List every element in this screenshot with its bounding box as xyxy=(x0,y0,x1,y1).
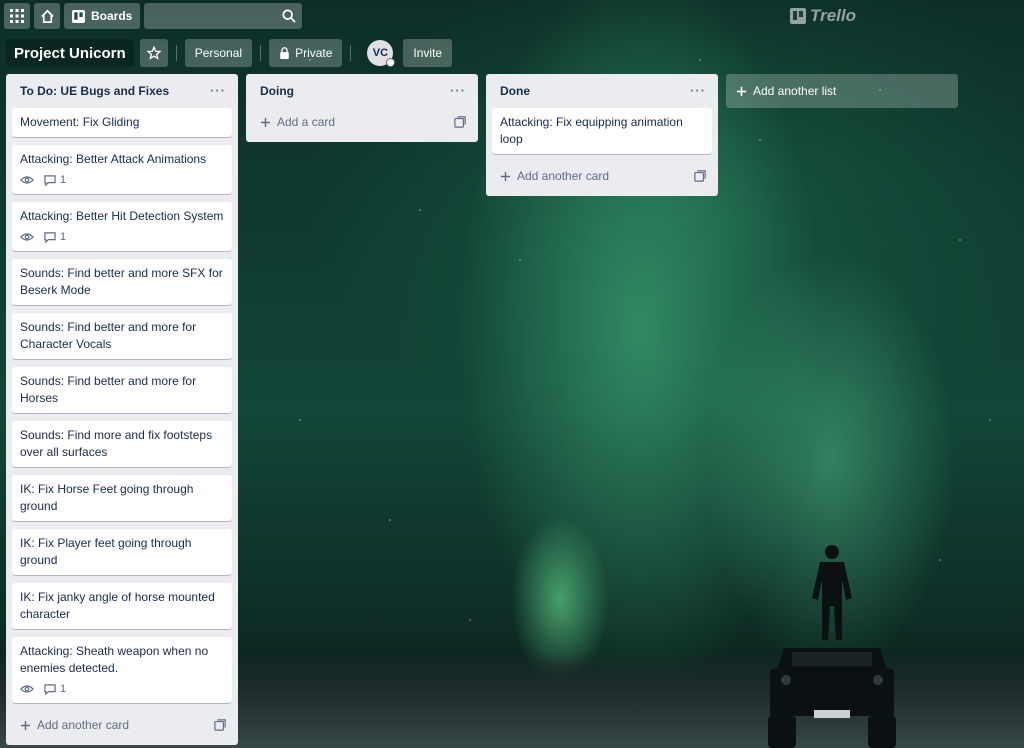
list-todo: To Do: UE Bugs and Fixes ··· Movement: F… xyxy=(6,74,238,745)
lock-icon xyxy=(280,47,289,59)
comment-badge: 1 xyxy=(44,172,66,189)
card[interactable]: IK: Fix janky angle of horse mounted cha… xyxy=(12,583,232,629)
card-title: IK: Fix janky angle of horse mounted cha… xyxy=(20,590,215,621)
add-card-button[interactable]: Add another card xyxy=(492,162,712,190)
card-badges: 1 xyxy=(20,229,224,245)
search-box[interactable] xyxy=(144,3,303,29)
person-on-jeep-silhouette xyxy=(768,545,896,748)
add-card-button[interactable]: Add a card xyxy=(252,108,472,136)
card-title: Sounds: Find better and more SFX for Bes… xyxy=(20,266,223,297)
list-header[interactable]: To Do: UE Bugs and Fixes ··· xyxy=(12,74,232,108)
invite-button[interactable]: Invite xyxy=(403,39,453,67)
visibility-button[interactable]: Private xyxy=(269,39,343,67)
card[interactable]: Sounds: Find better and more SFX for Bes… xyxy=(12,259,232,305)
card-badges: 1 xyxy=(20,172,224,188)
comment-badge: 1 xyxy=(44,229,66,246)
trello-logo-text: Trello xyxy=(810,6,856,25)
board-title[interactable]: Project Unicorn xyxy=(6,39,134,67)
comment-count: 1 xyxy=(60,682,67,695)
eye-icon xyxy=(20,233,34,241)
trello-logo[interactable]: Trello xyxy=(790,6,856,26)
plus-icon xyxy=(20,720,31,730)
comment-icon xyxy=(44,231,56,243)
star-board-button[interactable] xyxy=(139,39,168,67)
card[interactable]: Sounds: Find better and more for Charact… xyxy=(12,313,232,359)
add-card-label: Add another card xyxy=(517,169,610,183)
template-icon[interactable] xyxy=(694,170,706,182)
grid-icon xyxy=(10,9,24,23)
list-title: Done xyxy=(500,84,530,98)
card[interactable]: Movement: Fix Gliding xyxy=(12,108,232,137)
card[interactable]: IK: Fix Horse Feet going through ground xyxy=(12,475,232,521)
home-button[interactable] xyxy=(34,3,60,29)
boards-label: Boards xyxy=(91,9,133,23)
comment-badge: 1 xyxy=(44,681,66,698)
card-title: Attacking: Fix equipping animation loop xyxy=(500,115,683,146)
top-header: Boards Trello xyxy=(0,0,1024,32)
list-doing: Doing ··· Add a card xyxy=(246,74,478,142)
invite-label: Invite xyxy=(413,46,443,60)
avatar-initials: VC xyxy=(372,47,389,59)
card[interactable]: Attacking: Better Attack Animations 1 xyxy=(12,145,232,194)
header-separator xyxy=(260,45,262,61)
card-title: IK: Fix Player feet going through ground xyxy=(20,536,192,567)
add-card-label: Add a card xyxy=(277,115,336,129)
watch-badge xyxy=(20,232,34,242)
board-header: Project Unicorn Personal Private VC Invi… xyxy=(6,38,453,68)
list-done: Done ··· Attacking: Fix equipping animat… xyxy=(486,74,718,196)
boards-button[interactable]: Boards xyxy=(64,3,141,29)
card[interactable]: Sounds: Find more and fix footsteps over… xyxy=(12,421,232,467)
card-title: Movement: Fix Gliding xyxy=(20,115,140,129)
trello-logo-icon xyxy=(790,8,806,24)
header-separator xyxy=(350,45,352,61)
template-icon[interactable] xyxy=(454,116,466,128)
eye-icon xyxy=(20,176,34,184)
card-title: IK: Fix Horse Feet going through ground xyxy=(20,482,194,513)
comment-count: 1 xyxy=(60,173,67,186)
plus-icon xyxy=(500,171,511,181)
card-title: Sounds: Find better and more for Charact… xyxy=(20,320,197,351)
add-list-label: Add another list xyxy=(753,84,837,98)
plus-icon xyxy=(736,86,747,96)
card-title: Attacking: Sheath weapon when no enemies… xyxy=(20,644,209,675)
comment-icon xyxy=(44,683,56,695)
eye-icon xyxy=(20,685,34,693)
apps-button[interactable] xyxy=(4,3,30,29)
header-separator xyxy=(175,45,177,61)
add-card-button[interactable]: Add another card xyxy=(12,711,232,739)
home-icon xyxy=(40,9,54,23)
add-list-button[interactable]: Add another list xyxy=(726,74,958,108)
comment-icon xyxy=(44,174,56,186)
watch-badge xyxy=(20,175,34,185)
list-menu-icon[interactable]: ··· xyxy=(450,84,466,97)
plus-icon xyxy=(260,117,271,127)
card-title: Attacking: Better Attack Animations xyxy=(20,152,207,166)
list-menu-icon[interactable]: ··· xyxy=(690,84,706,97)
admin-badge-icon xyxy=(386,58,396,67)
card-badges: 1 xyxy=(20,681,224,697)
card[interactable]: Attacking: Sheath weapon when no enemies… xyxy=(12,637,232,703)
list-header[interactable]: Doing ··· xyxy=(252,74,472,108)
list-title: To Do: UE Bugs and Fixes xyxy=(20,84,170,98)
private-label: Private xyxy=(295,46,333,60)
card[interactable]: Attacking: Fix equipping animation loop xyxy=(492,108,712,154)
star-icon xyxy=(146,46,161,60)
list-header[interactable]: Done ··· xyxy=(492,74,712,108)
personal-workspace-button[interactable]: Personal xyxy=(184,39,253,67)
personal-label: Personal xyxy=(194,46,243,60)
add-card-label: Add another card xyxy=(37,718,130,732)
template-icon[interactable] xyxy=(214,719,226,731)
card[interactable]: Attacking: Better Hit Detection System 1 xyxy=(12,202,232,251)
watch-badge xyxy=(20,684,34,694)
card-title: Sounds: Find more and fix footsteps over… xyxy=(20,428,213,459)
card-title: Attacking: Better Hit Detection System xyxy=(20,209,224,223)
comment-count: 1 xyxy=(60,230,67,243)
board-icon xyxy=(72,9,85,23)
list-menu-icon[interactable]: ··· xyxy=(210,84,226,97)
card[interactable]: Sounds: Find better and more for Horses xyxy=(12,367,232,413)
list-title: Doing xyxy=(260,84,294,98)
card[interactable]: IK: Fix Player feet going through ground xyxy=(12,529,232,575)
member-avatar[interactable]: VC xyxy=(367,40,396,67)
card-title: Sounds: Find better and more for Horses xyxy=(20,374,197,405)
